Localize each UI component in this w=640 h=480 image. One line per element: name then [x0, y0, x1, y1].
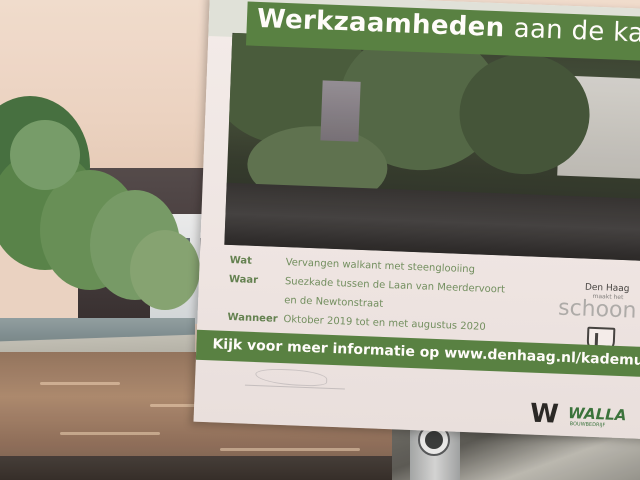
railing — [0, 456, 430, 480]
photo-scene: Werkzaamheden aan de kad Wat Vervangen w… — [0, 0, 640, 480]
sign-title-light: aan de kad — [513, 13, 640, 50]
info-value: Vervangen walkant met steenglooiing — [285, 257, 476, 276]
photo-house — [320, 80, 361, 142]
contractor-logo: W WALLA BOUWBEDRIJF — [523, 398, 640, 433]
contractor-mark-icon: W — [529, 398, 560, 430]
construction-sign: Werkzaamheden aan de kad Wat Vervangen w… — [193, 0, 640, 440]
tree — [130, 230, 200, 310]
sign-photo — [224, 32, 640, 262]
graffiti — [244, 365, 346, 390]
tree — [10, 120, 80, 190]
post-badge-dot — [425, 431, 443, 449]
contractor-tagline: BOUWBEDRIJF — [569, 421, 606, 429]
info-block: Wat Vervangen walkant met steenglooiing … — [221, 255, 524, 342]
info-label: Wat — [229, 254, 253, 267]
photo-water — [224, 182, 640, 262]
info-label: Wanneer — [227, 311, 278, 325]
dh-word: schoon — [557, 295, 637, 324]
info-label: Waar — [228, 273, 259, 287]
